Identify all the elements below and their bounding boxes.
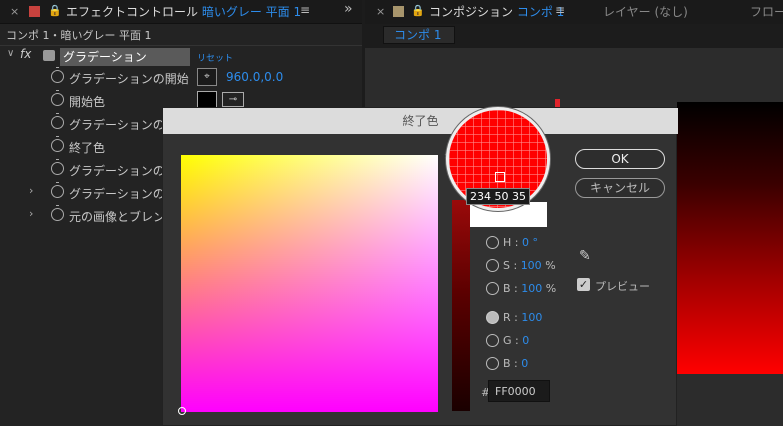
tab-layer-name[interactable]: 暗いグレー 平面 1 (202, 5, 301, 19)
channel-name: B (503, 357, 511, 370)
channel-name: B (503, 282, 511, 295)
property-label: 終了色 (69, 141, 106, 155)
layer-color-swatch (29, 6, 40, 17)
channel-value[interactable]: 0 (521, 357, 528, 370)
gradient-start-value[interactable]: 960.0,0.0 (226, 70, 283, 84)
lock-icon[interactable]: 🔒 (411, 4, 425, 17)
stopwatch-icon[interactable] (51, 205, 64, 221)
close-tab-icon[interactable]: × (376, 5, 385, 18)
radio-b-2[interactable] (486, 282, 499, 295)
tab-effect-controls-label: エフェクトコントロール (66, 5, 199, 19)
field-cursor[interactable] (178, 407, 186, 415)
channel-label: H : 0 ° (503, 236, 538, 249)
stopwatch-icon[interactable] (51, 159, 64, 175)
channel-value[interactable]: 100 (521, 311, 542, 324)
color-picker-dialog: 終了色 › OK キャンセル H : 0 °S : 100 %B : 100 %… (162, 107, 678, 426)
effect-name[interactable]: グラデーション (60, 48, 190, 66)
radio-h-0[interactable] (486, 236, 499, 249)
channel-name: S (503, 259, 510, 272)
loupe-rgb-readout: 234 50 35 (466, 188, 530, 205)
channel-name: G (503, 334, 512, 347)
hex-input[interactable]: FF0000 (488, 380, 550, 402)
channel-label: G : 0 (503, 334, 530, 347)
reset-link[interactable]: リセット (197, 51, 233, 64)
panel-menu-icon[interactable]: ≡ (300, 3, 310, 17)
hue-slider[interactable] (452, 200, 470, 411)
radio-b-5[interactable] (486, 357, 499, 370)
collapse-chevron-icon[interactable]: ∨ (7, 48, 14, 59)
comp-breadcrumb-button[interactable]: コンポ 1 (383, 26, 455, 44)
radio-g-4[interactable] (486, 334, 499, 347)
stopwatch-icon[interactable] (51, 113, 64, 129)
saturation-brightness-field[interactable] (178, 155, 438, 415)
channel-label: R : 100 (503, 311, 543, 324)
expand-panels-icon[interactable]: » (344, 1, 353, 17)
preview-label: プレビュー (595, 280, 650, 293)
channel-value[interactable]: 0 ° (522, 236, 538, 249)
stopwatch-icon[interactable] (51, 136, 64, 152)
dialog-title[interactable]: 終了色 (163, 108, 678, 134)
effect-preset-icon[interactable] (43, 50, 55, 61)
panel-menu-icon[interactable]: ≡ (555, 3, 565, 17)
channel-value[interactable]: 100 (521, 259, 542, 272)
effect-controls-tabbar: × 🔒 エフェクトコントロール 暗いグレー 平面 1 ≡ » (0, 0, 362, 24)
radio-s-1[interactable] (486, 259, 499, 272)
channel-label: B : 0 (503, 357, 529, 370)
channel-label: S : 100 % (503, 259, 556, 272)
tab-flow[interactable]: フロー (750, 3, 783, 20)
channel-value[interactable]: 0 (522, 334, 529, 347)
property-label: 元の画像とブレンド (69, 210, 178, 224)
effect-header-row: ∨ fx グラデーション リセット (0, 45, 362, 67)
channel-unit: % (545, 282, 557, 295)
eyedropper-icon[interactable]: ✎ (579, 248, 591, 264)
lock-icon[interactable]: 🔒 (48, 4, 62, 17)
channel-name: R (503, 311, 511, 324)
cancel-button[interactable]: キャンセル (575, 178, 665, 198)
channel-name: H (503, 236, 512, 249)
channel-value[interactable]: 100 (521, 282, 542, 295)
ok-button[interactable]: OK (575, 149, 665, 169)
channel-label: B : 100 % (503, 282, 557, 295)
property-label: 開始色 (69, 95, 106, 109)
breadcrumb: コンポ 1・暗いグレー 平面 1 (6, 29, 152, 42)
fx-toggle[interactable]: fx (20, 47, 31, 61)
stopwatch-icon[interactable] (51, 90, 64, 106)
property-label: グラデーションの開始 (69, 72, 189, 86)
tab-effect-controls[interactable]: エフェクトコントロール 暗いグレー 平面 1 (66, 3, 301, 20)
anchor-marker (555, 99, 560, 107)
tab-layer[interactable]: レイヤー (なし) (603, 3, 688, 20)
radio-r-3[interactable] (486, 311, 499, 324)
crosshair-icon[interactable]: ⌖ (197, 68, 217, 86)
eyedropper-icon[interactable]: ⊸ (222, 92, 244, 107)
expand-arrow-icon[interactable]: › (29, 207, 33, 220)
loupe-target-square (495, 172, 505, 182)
channel-unit: % (545, 259, 556, 272)
effect-property-row[interactable]: グラデーションの開始 ⌖ 960.0,0.0 (0, 67, 362, 90)
comp-canvas-gradient (677, 102, 783, 374)
stopwatch-icon[interactable] (51, 67, 64, 83)
expand-arrow-icon[interactable]: › (29, 184, 33, 197)
composition-tabbar: × 🔒 コンポジション コンポ 1 ≡ レイヤー (なし) フロー (365, 0, 783, 24)
tab-composition[interactable]: コンポジション コンポ 1 (429, 3, 564, 20)
preview-checkbox[interactable]: ✓ (577, 278, 590, 291)
comp-color-swatch (393, 6, 404, 17)
tab-composition-label: コンポジション (429, 5, 514, 19)
stopwatch-icon[interactable] (51, 182, 64, 198)
close-tab-icon[interactable]: × (10, 5, 19, 18)
